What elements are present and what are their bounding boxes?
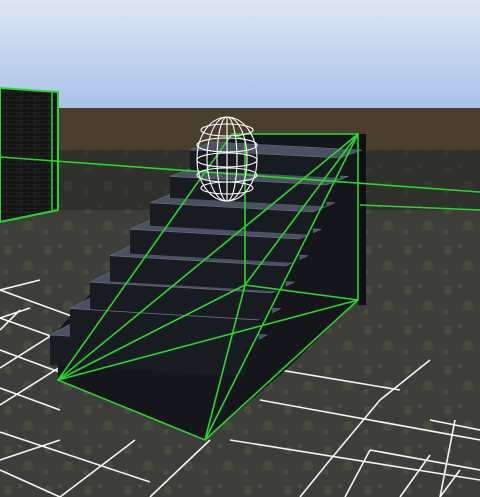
sky [0,0,480,110]
brick-wall-block[interactable] [0,86,59,224]
game-viewport[interactable] [0,0,480,497]
